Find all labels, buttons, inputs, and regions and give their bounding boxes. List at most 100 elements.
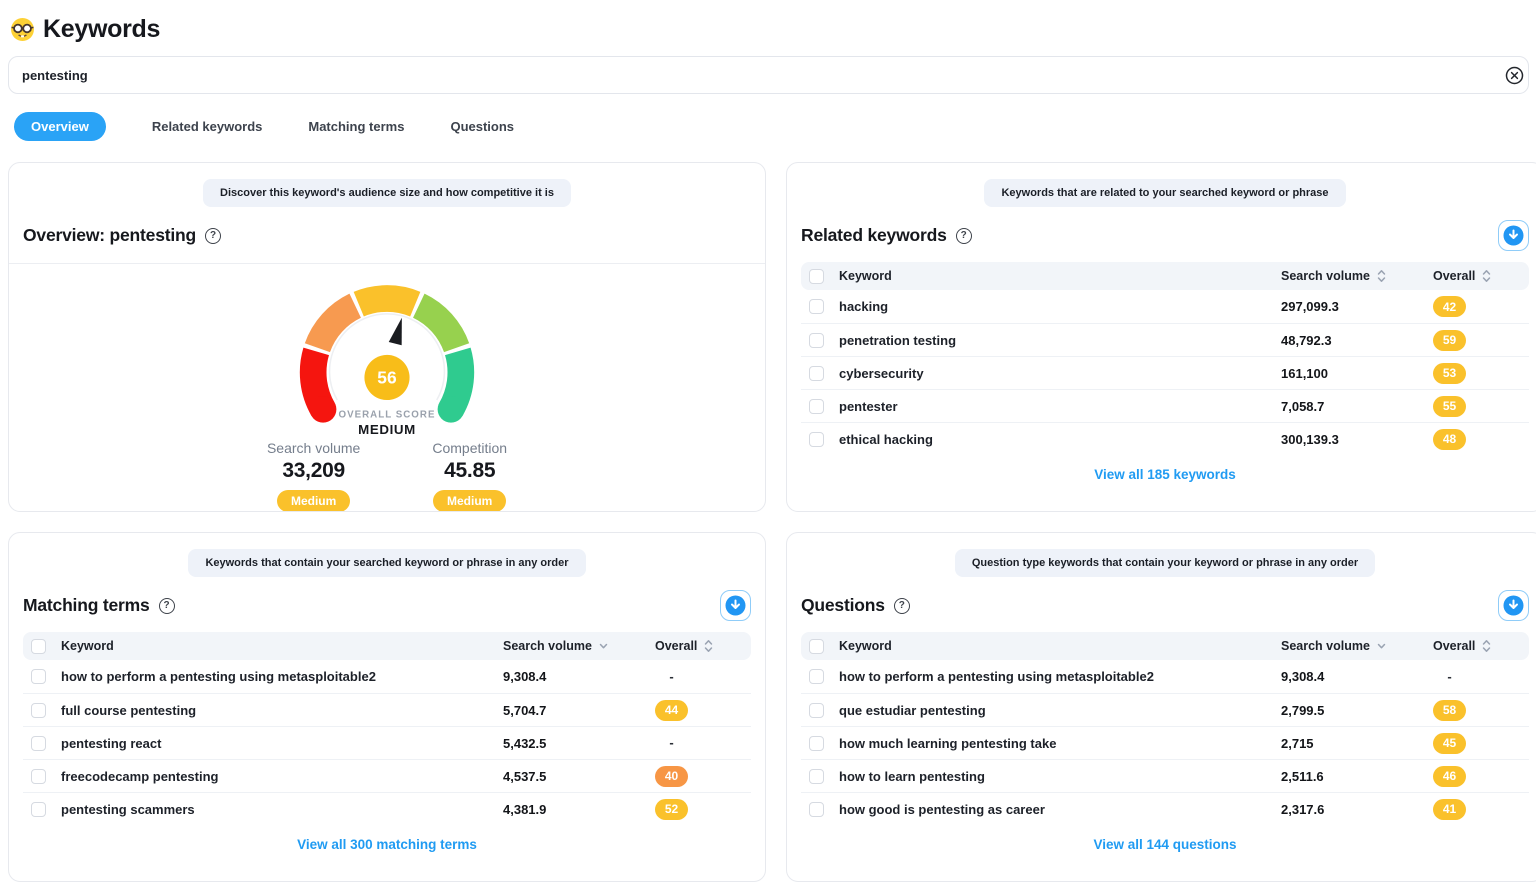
- keyword-cell[interactable]: full course pentesting: [61, 703, 503, 718]
- search-volume-cell: 9,308.4: [503, 669, 655, 684]
- tab-overview[interactable]: Overview: [14, 112, 106, 141]
- column-keyword[interactable]: Keyword: [839, 269, 1281, 283]
- overall-cell: 52: [655, 799, 743, 820]
- nerd-face-icon: [10, 17, 35, 42]
- row-checkbox[interactable]: [31, 703, 46, 718]
- overall-badge: 42: [1433, 296, 1466, 317]
- table-header: Keyword Search volume Overall: [23, 632, 751, 660]
- keyword-cell[interactable]: cybersecurity: [839, 366, 1281, 381]
- keyword-cell[interactable]: penetration testing: [839, 333, 1281, 348]
- app-header: Keywords: [8, 14, 1536, 44]
- row-checkbox[interactable]: [809, 736, 824, 751]
- keyword-cell[interactable]: hacking: [839, 299, 1281, 314]
- row-checkbox[interactable]: [31, 736, 46, 751]
- column-search-volume[interactable]: Search volume: [1281, 269, 1433, 283]
- overall-score-gauge: 56 OVERALL SCORE MEDIUM: [272, 278, 502, 438]
- tab-questions[interactable]: Questions: [450, 119, 514, 134]
- select-all-checkbox[interactable]: [809, 269, 824, 284]
- column-overall[interactable]: Overall: [655, 639, 743, 653]
- row-checkbox[interactable]: [31, 769, 46, 784]
- related-panel-head: Related keywords ?: [801, 220, 1529, 251]
- tab-matching-terms[interactable]: Matching terms: [308, 119, 404, 134]
- row-checkbox[interactable]: [809, 399, 824, 414]
- search-volume-cell: 2,799.5: [1281, 703, 1433, 718]
- overview-tooltip: Discover this keyword's audience size an…: [203, 179, 571, 207]
- search-input[interactable]: [8, 56, 1529, 94]
- search-volume-cell: 5,704.7: [503, 703, 655, 718]
- search-volume-cell: 2,511.6: [1281, 769, 1433, 784]
- overall-badge: 55: [1433, 396, 1466, 417]
- row-checkbox[interactable]: [809, 333, 824, 348]
- competition-stat: Competition 45.85 Medium: [432, 440, 507, 512]
- download-button[interactable]: [1498, 220, 1529, 251]
- keyword-cell[interactable]: how to learn pentesting: [839, 769, 1281, 784]
- tab-related-keywords[interactable]: Related keywords: [152, 119, 263, 134]
- sort-desc-icon: [599, 643, 608, 650]
- gauge-needle-icon: [389, 316, 409, 345]
- keyword-cell[interactable]: how to perform a pentesting using metasp…: [61, 669, 503, 684]
- table-header: Keyword Search volume Overall: [801, 262, 1529, 290]
- keyword-cell[interactable]: pentester: [839, 399, 1281, 414]
- view-all-keywords-link[interactable]: View all 185 keywords: [1094, 467, 1236, 482]
- overall-badge: 52: [655, 799, 688, 820]
- help-icon[interactable]: ?: [956, 228, 972, 244]
- overall-badge: -: [1433, 669, 1466, 684]
- keyword-cell[interactable]: how good is pentesting as career: [839, 802, 1281, 817]
- help-icon[interactable]: ?: [205, 228, 221, 244]
- keyword-cell[interactable]: pentesting scammers: [61, 802, 503, 817]
- row-checkbox[interactable]: [31, 669, 46, 684]
- download-button[interactable]: [1498, 590, 1529, 621]
- row-checkbox[interactable]: [809, 769, 824, 784]
- overall-score-value: 56: [377, 368, 397, 388]
- help-icon[interactable]: ?: [159, 598, 175, 614]
- column-keyword[interactable]: Keyword: [61, 639, 503, 653]
- overall-cell: 58: [1433, 700, 1521, 721]
- keyword-cell[interactable]: freecodecamp pentesting: [61, 769, 503, 784]
- keyword-cell[interactable]: que estudiar pentesting: [839, 703, 1281, 718]
- download-icon: [1503, 595, 1524, 616]
- select-all-checkbox[interactable]: [31, 639, 46, 654]
- related-tooltip: Keywords that are related to your search…: [984, 179, 1345, 207]
- table-row: que estudiar pentesting 2,799.5 58: [801, 693, 1529, 726]
- keyword-cell[interactable]: pentesting react: [61, 736, 503, 751]
- row-checkbox[interactable]: [809, 669, 824, 684]
- column-keyword[interactable]: Keyword: [839, 639, 1281, 653]
- table-row: how good is pentesting as career 2,317.6…: [801, 792, 1529, 825]
- overall-cell: -: [655, 734, 743, 752]
- download-icon: [725, 595, 746, 616]
- table-row: how much learning pentesting take 2,715 …: [801, 726, 1529, 759]
- keyword-cell[interactable]: ethical hacking: [839, 432, 1281, 447]
- clear-search-icon[interactable]: [1505, 66, 1524, 85]
- overall-cell: 59: [1433, 330, 1521, 351]
- table-row: how to learn pentesting 2,511.6 46: [801, 759, 1529, 792]
- row-checkbox[interactable]: [809, 703, 824, 718]
- row-checkbox[interactable]: [31, 802, 46, 817]
- column-search-volume[interactable]: Search volume: [503, 639, 655, 653]
- table-row: full course pentesting 5,704.7 44: [23, 693, 751, 726]
- table-header: Keyword Search volume Overall: [801, 632, 1529, 660]
- search-volume-cell: 161,100: [1281, 366, 1433, 381]
- row-checkbox[interactable]: [809, 432, 824, 447]
- select-all-checkbox[interactable]: [809, 639, 824, 654]
- search-volume-cell: 297,099.3: [1281, 299, 1433, 314]
- view-all-questions-link[interactable]: View all 144 questions: [1093, 837, 1236, 852]
- row-checkbox[interactable]: [809, 299, 824, 314]
- column-search-volume[interactable]: Search volume: [1281, 639, 1433, 653]
- view-all-matching-terms-link[interactable]: View all 300 matching terms: [297, 837, 477, 852]
- table-row: hacking 297,099.3 42: [801, 290, 1529, 323]
- overview-panel: Discover this keyword's audience size an…: [8, 162, 766, 512]
- row-checkbox[interactable]: [809, 366, 824, 381]
- column-overall[interactable]: Overall: [1433, 269, 1521, 283]
- keyword-cell[interactable]: how much learning pentesting take: [839, 736, 1281, 751]
- overall-badge: 58: [1433, 700, 1466, 721]
- help-icon[interactable]: ?: [894, 598, 910, 614]
- stat-label: Competition: [432, 440, 507, 456]
- stat-value: 45.85: [432, 459, 507, 483]
- sort-updown-icon: [1482, 639, 1491, 653]
- tab-bar: Overview Related keywords Matching terms…: [8, 112, 1536, 140]
- download-button[interactable]: [720, 590, 751, 621]
- keyword-cell[interactable]: how to perform a pentesting using metasp…: [839, 669, 1281, 684]
- row-checkbox[interactable]: [809, 802, 824, 817]
- table-row: ethical hacking 300,139.3 48: [801, 422, 1529, 455]
- column-overall[interactable]: Overall: [1433, 639, 1521, 653]
